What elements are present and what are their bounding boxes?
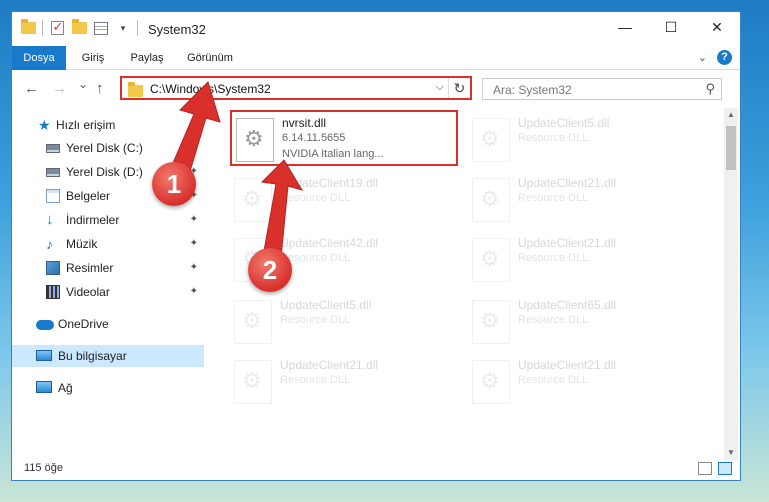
step-callout-1: 1 — [152, 162, 196, 206]
step-callout-2: 2 — [248, 248, 292, 292]
annotation-arrows — [169, 81, 304, 269]
